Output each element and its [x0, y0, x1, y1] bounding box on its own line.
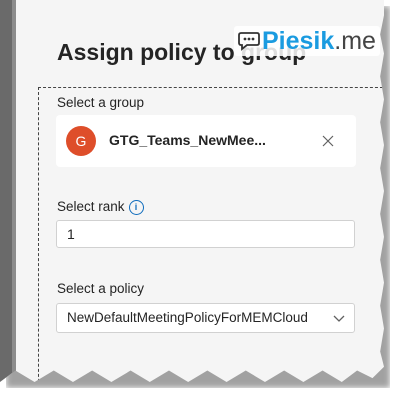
watermark-logo: Piesik .me [234, 26, 380, 56]
avatar: G [66, 126, 96, 156]
left-edge-strip-highlight [12, 0, 16, 382]
rank-input[interactable]: 1 [56, 220, 355, 248]
selected-group-card: G GTG_Teams_NewMee... [56, 115, 356, 167]
policy-dropdown[interactable]: NewDefaultMeetingPolicyForMEMCloud [56, 303, 355, 333]
remove-group-button[interactable] [318, 131, 338, 151]
policy-label: Select a policy [57, 281, 145, 296]
watermark-tld: .me [334, 26, 376, 55]
policy-selected-value: NewDefaultMeetingPolicyForMEMCloud [67, 310, 308, 325]
watermark-word: Piesik [262, 26, 335, 55]
assign-policy-panel: Assign policy to group Select a group G … [0, 0, 384, 382]
rank-label-row: Select rank i [57, 199, 144, 215]
group-name: GTG_Teams_NewMee... [109, 132, 266, 148]
info-icon[interactable]: i [128, 200, 144, 215]
rank-label: Select rank [57, 199, 125, 214]
group-label: Select a group [57, 95, 145, 110]
chevron-down-icon [333, 315, 345, 322]
close-icon [322, 135, 334, 147]
left-edge-strip [0, 0, 16, 382]
speech-bubble-icon [238, 32, 260, 51]
